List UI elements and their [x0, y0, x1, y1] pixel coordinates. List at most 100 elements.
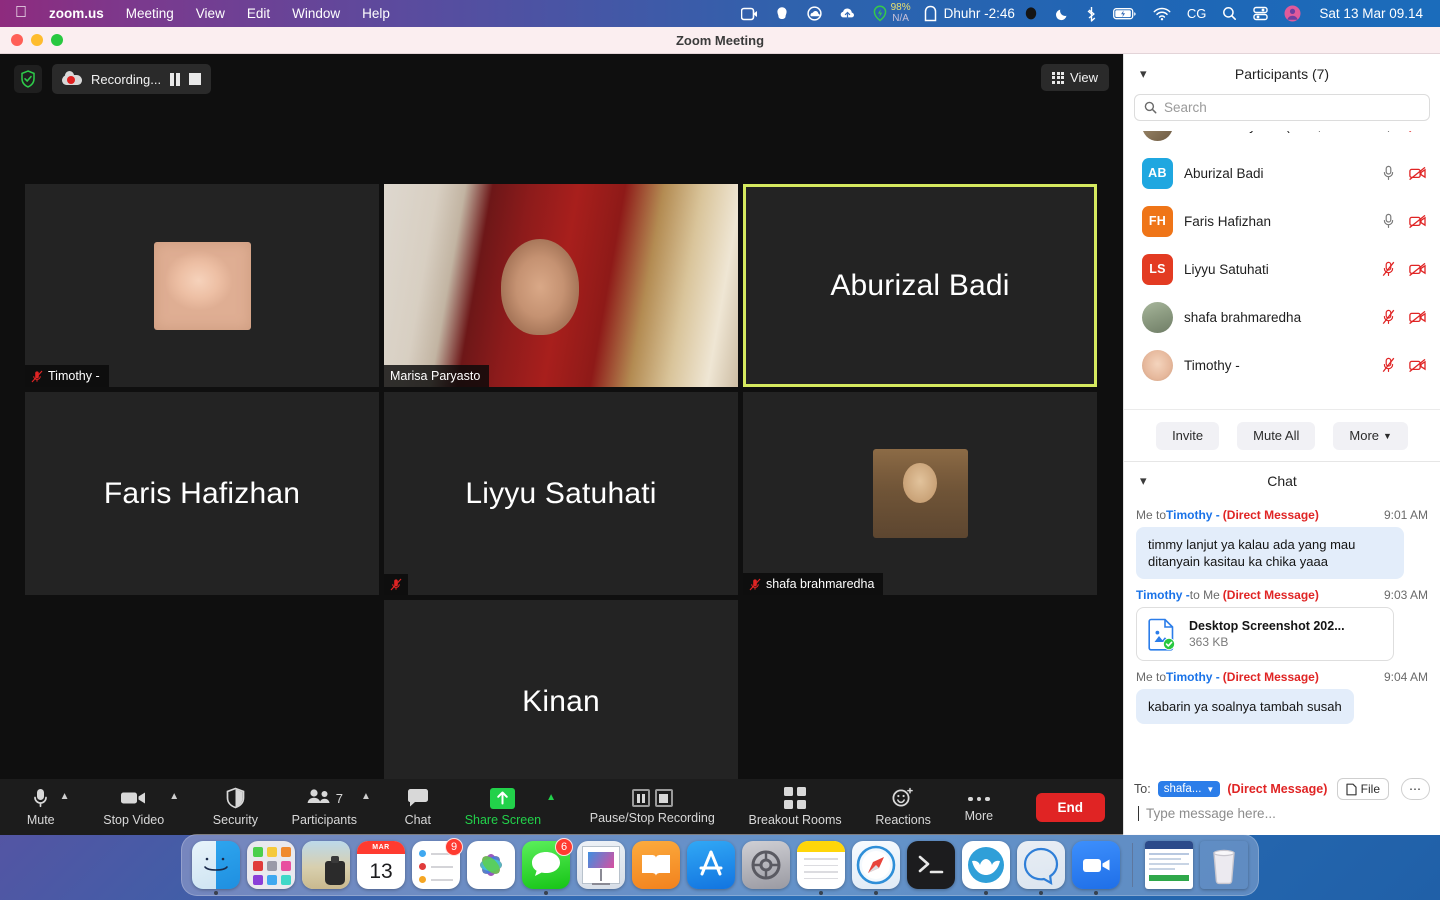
- control-center-icon[interactable]: [1245, 0, 1276, 27]
- view-layout-button[interactable]: View: [1041, 64, 1109, 91]
- chat-message-log[interactable]: Me to Timothy - (Direct Message) 9:01 AM…: [1124, 499, 1440, 770]
- control-security[interactable]: Security: [213, 787, 258, 827]
- control-breakout-rooms[interactable]: Breakout Rooms: [749, 787, 842, 827]
- pause-recording-button[interactable]: [170, 72, 180, 86]
- search-input[interactable]: [1164, 100, 1420, 115]
- participants-more-button[interactable]: More ▼: [1333, 421, 1408, 450]
- search-spotlight-icon[interactable]: [1214, 0, 1245, 27]
- chat-message-input[interactable]: Type message here...: [1124, 804, 1440, 835]
- dock-item-launchpad[interactable]: [247, 841, 295, 889]
- dock-item-keynote[interactable]: [577, 841, 625, 889]
- apple-logo-icon[interactable]: : [9, 4, 38, 23]
- video-tile-liyyu[interactable]: Liyyu Satuhati: [384, 392, 738, 595]
- chat-recipient-name[interactable]: Timothy -: [1166, 670, 1220, 684]
- participant-row-faris[interactable]: FH Faris Hafizhan: [1124, 197, 1440, 245]
- chevron-up-icon[interactable]: ▲: [60, 791, 70, 802]
- collapse-participants-chevron-icon[interactable]: ▾: [1140, 66, 1147, 82]
- chat-status-icon[interactable]: [1015, 0, 1047, 27]
- control-mute[interactable]: Mute ▲: [27, 787, 70, 827]
- dock-item-finder[interactable]: [192, 841, 240, 895]
- chat-file-button[interactable]: File: [1336, 778, 1389, 800]
- chevron-up-icon[interactable]: ▲: [169, 791, 179, 802]
- invite-button[interactable]: Invite: [1156, 421, 1220, 450]
- menu-item-meeting[interactable]: Meeting: [115, 6, 185, 21]
- video-tile-marisa[interactable]: Marisa Paryasto: [384, 184, 738, 387]
- dock-item-zotero[interactable]: [962, 841, 1010, 895]
- participant-row-marisa[interactable]: Marisa Paryasto (Host, me) ●: [1124, 131, 1440, 149]
- video-tile-aburizal[interactable]: Aburizal Badi: [743, 184, 1097, 387]
- dock-item-safari[interactable]: [852, 841, 900, 895]
- terminal-icon: [918, 855, 944, 874]
- video-tile-timothy[interactable]: Timothy -: [25, 184, 379, 387]
- control-more[interactable]: More: [965, 791, 993, 823]
- cloud-upload-icon[interactable]: [831, 0, 864, 27]
- dropbox-icon[interactable]: [766, 0, 798, 27]
- dock-separator: [1132, 843, 1133, 887]
- dock-item-photos[interactable]: [467, 841, 515, 889]
- dock-item-calendar[interactable]: MAR 13: [357, 841, 405, 889]
- participants-list[interactable]: Marisa Paryasto (Host, me) ● AB Aburizal…: [1124, 131, 1440, 409]
- video-tile-faris[interactable]: Faris Hafizhan: [25, 392, 379, 595]
- video-tile-shafa[interactable]: shafa brahmaredha: [743, 392, 1097, 595]
- do-not-disturb-moon-icon[interactable]: [1047, 0, 1078, 27]
- user-avatar-icon[interactable]: [1276, 0, 1309, 27]
- menu-item-edit[interactable]: Edit: [236, 6, 281, 21]
- prayer-time-label[interactable]: Dhuhr -2:46: [940, 6, 1015, 21]
- participant-row-aburizal[interactable]: AB Aburizal Badi: [1124, 149, 1440, 197]
- dock-item-messages[interactable]: 6: [522, 838, 573, 895]
- dock-item-trash[interactable]: [1200, 841, 1248, 889]
- control-pause-stop-recording[interactable]: Pause/Stop Recording: [590, 789, 715, 825]
- user-cg-label[interactable]: CG: [1179, 0, 1215, 27]
- chevron-up-icon[interactable]: ▲: [361, 791, 371, 802]
- onedrive-icon[interactable]: [798, 0, 831, 27]
- trash-icon: [1213, 849, 1235, 885]
- collapse-chat-chevron-icon[interactable]: ▾: [1140, 473, 1147, 489]
- menu-item-zoom-us[interactable]: zoom.us: [38, 6, 115, 21]
- control-chat[interactable]: Chat: [405, 787, 431, 827]
- dock-item-terminal[interactable]: [907, 841, 955, 889]
- dock-item-books[interactable]: [632, 841, 680, 889]
- participants-title: Participants (7): [1234, 66, 1330, 82]
- tile-participant-name: Faris Hafizhan: [103, 476, 301, 510]
- wifi-icon[interactable]: [1145, 0, 1179, 27]
- bluetooth-icon[interactable]: [1078, 0, 1105, 27]
- chat-recipient-bar: To: shafa... ▼ (Direct Message) File ⋯: [1124, 770, 1440, 804]
- chat-timestamp: 9:04 AM: [1383, 670, 1428, 685]
- chevron-up-icon[interactable]: ▲: [546, 792, 556, 803]
- stop-recording-button[interactable]: [188, 73, 201, 85]
- end-meeting-button[interactable]: End: [1035, 792, 1105, 822]
- mute-all-button[interactable]: Mute All: [1237, 421, 1316, 450]
- chat-recipient-name[interactable]: Timothy -: [1166, 508, 1220, 522]
- tile-participant-name: Aburizal Badi: [830, 268, 1010, 302]
- dock-item-minimized-window[interactable]: [1145, 841, 1193, 889]
- control-share-screen[interactable]: Share Screen ▲: [465, 787, 556, 827]
- participant-row-timothy[interactable]: Timothy -: [1124, 341, 1440, 389]
- encryption-shield-icon[interactable]: [14, 65, 42, 93]
- dock-item-zoom[interactable]: [1072, 841, 1120, 895]
- menu-bar-clock[interactable]: Sat 13 Mar 09.14: [1309, 6, 1431, 21]
- battery-health-icon[interactable]: [864, 0, 891, 27]
- menu-item-window[interactable]: Window: [281, 6, 351, 21]
- video-tile-kinan[interactable]: Kinan: [384, 600, 738, 803]
- chat-recipient-dropdown[interactable]: shafa... ▼: [1157, 781, 1221, 797]
- prayer-times-icon[interactable]: [911, 0, 940, 27]
- chat-more-options-button[interactable]: ⋯: [1401, 778, 1430, 800]
- battery-icon[interactable]: [1105, 0, 1145, 27]
- participant-row-shafa[interactable]: shafa brahmaredha: [1124, 293, 1440, 341]
- control-reactions[interactable]: Reactions: [875, 787, 931, 827]
- participants-search-box[interactable]: [1134, 94, 1430, 121]
- chat-sender-name[interactable]: Timothy -: [1136, 588, 1190, 602]
- screen-recording-icon[interactable]: [733, 0, 766, 27]
- menu-item-help[interactable]: Help: [351, 6, 401, 21]
- dock-item-reminders[interactable]: 9: [412, 838, 463, 889]
- menu-item-view[interactable]: View: [185, 6, 236, 21]
- dock-item-messenger[interactable]: [1017, 841, 1065, 895]
- dock-item-appstore[interactable]: [687, 841, 735, 889]
- chat-file-attachment[interactable]: Desktop Screenshot 202... 363 KB: [1136, 607, 1394, 662]
- control-participants[interactable]: 7 Participants ▲: [292, 787, 371, 827]
- dock-item-system-preferences[interactable]: [742, 841, 790, 889]
- control-stop-video[interactable]: Stop Video ▲: [103, 787, 179, 827]
- dock-item-notes[interactable]: [797, 841, 845, 895]
- dock-item-preview[interactable]: [302, 841, 350, 889]
- participant-row-liyyu[interactable]: LS Liyyu Satuhati: [1124, 245, 1440, 293]
